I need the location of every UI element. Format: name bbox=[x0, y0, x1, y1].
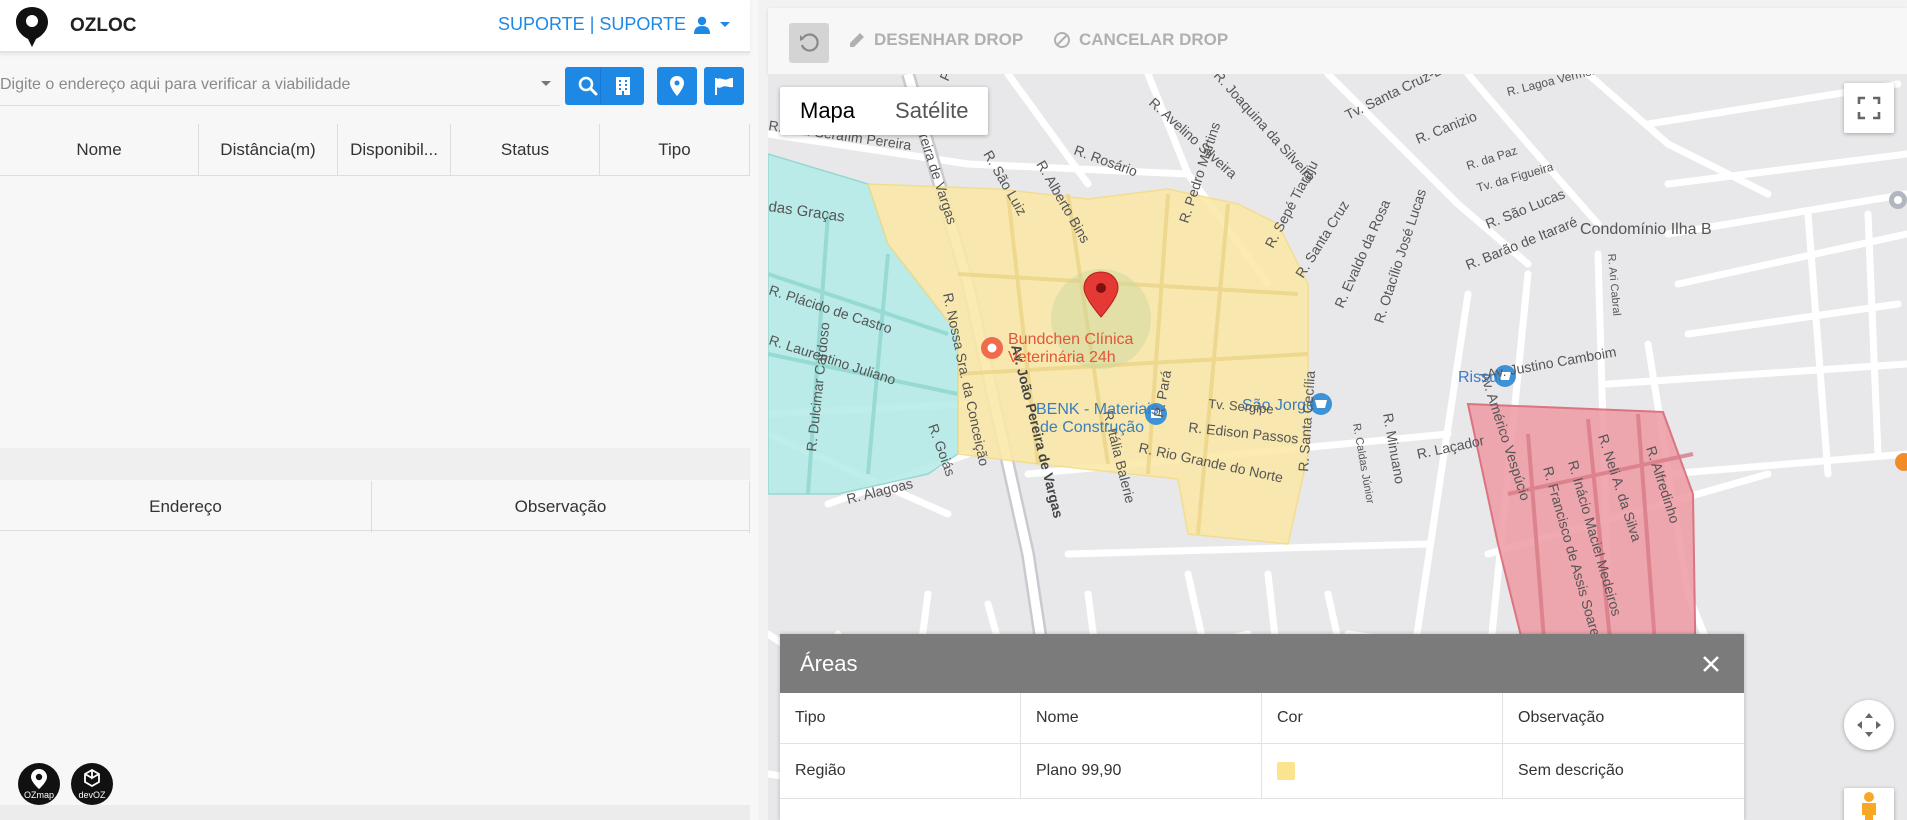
right-panel: DESENHAR DROP CANCELAR DROP R. Joaquina … bbox=[758, 0, 1907, 820]
column-header-distancia[interactable]: Distância(m) bbox=[199, 124, 338, 176]
top-bar: OZLOC SUPORTE | SUPORTE bbox=[0, 0, 750, 53]
recenter-button[interactable] bbox=[1844, 700, 1894, 750]
close-button[interactable] bbox=[1698, 651, 1724, 677]
column-header-endereco[interactable]: Endereço bbox=[0, 481, 372, 533]
area-name-cell: Plano 99,90 bbox=[1021, 744, 1262, 798]
area-type-cell: Região bbox=[780, 744, 1021, 798]
map-marker-icon bbox=[670, 76, 684, 96]
building-button[interactable] bbox=[600, 67, 644, 105]
column-header-disponibilidade[interactable]: Disponibil... bbox=[338, 124, 451, 176]
chevron-down-icon bbox=[720, 21, 731, 27]
column-header-tipo: Tipo bbox=[780, 693, 1021, 743]
addresses-table-header: Endereço Observação bbox=[0, 481, 750, 533]
column-header-observacao: Observação bbox=[1518, 709, 1605, 726]
ozmap-pin-icon bbox=[31, 769, 47, 789]
cancel-drop-button[interactable]: CANCELAR DROP bbox=[1053, 30, 1228, 50]
fullscreen-icon bbox=[1857, 96, 1881, 120]
bottom-strip bbox=[0, 805, 750, 820]
close-icon bbox=[1703, 656, 1719, 672]
ozloc-logo-icon bbox=[16, 7, 48, 47]
table-row[interactable]: Região Plano 99,90 Sem descrição bbox=[780, 744, 1744, 799]
areas-panel-title: Áreas bbox=[800, 650, 858, 676]
pegman-icon bbox=[1862, 792, 1876, 820]
column-header-nome[interactable]: Nome bbox=[0, 124, 199, 176]
user-menu[interactable]: SUPORTE | SUPORTE bbox=[498, 14, 732, 35]
map-place-label: Condomínio Ilha B bbox=[1580, 221, 1712, 238]
fullscreen-button[interactable] bbox=[1844, 83, 1894, 133]
areas-panel-header: Áreas bbox=[780, 634, 1744, 693]
location-pin-button[interactable] bbox=[657, 67, 697, 105]
area-color-cell bbox=[1262, 744, 1503, 798]
poi-label[interactable]: Rissul bbox=[1458, 369, 1502, 386]
search-row bbox=[0, 64, 750, 106]
dropdown-caret-icon[interactable] bbox=[540, 78, 552, 90]
area-observation-cell: Sem descrição bbox=[1518, 762, 1624, 779]
areas-panel: Áreas Tipo Nome Cor Observação Região Pl… bbox=[780, 634, 1744, 820]
poi-label[interactable]: Veterinária 24h bbox=[1008, 349, 1116, 366]
left-panel: OZLOC SUPORTE | SUPORTE Digite o endereç… bbox=[0, 0, 750, 820]
column-header-observacao[interactable]: Observação bbox=[372, 481, 750, 533]
poi-label[interactable]: BENK - Materiais bbox=[1036, 401, 1159, 418]
street-view-button[interactable] bbox=[1844, 788, 1894, 820]
user-menu-label: SUPORTE | SUPORTE bbox=[498, 14, 687, 34]
color-swatch[interactable] bbox=[1277, 762, 1295, 780]
devoz-cube-icon bbox=[84, 769, 100, 787]
devoz-logo-label: devOZ bbox=[78, 790, 106, 800]
results-table-body bbox=[0, 176, 750, 448]
address-search-input[interactable] bbox=[0, 64, 560, 106]
draw-drop-label: DESENHAR DROP bbox=[874, 30, 1024, 49]
bottom-logos: OZmap devOZ bbox=[18, 763, 113, 805]
map-view[interactable]: Passeio Pistoia R. Joaquina da Silveira … bbox=[768, 74, 1907, 820]
drop-toolbar: DESENHAR DROP CANCELAR DROP bbox=[768, 8, 1907, 74]
building-icon bbox=[615, 77, 630, 95]
tab-map[interactable]: Mapa bbox=[780, 87, 875, 135]
flag-button[interactable] bbox=[704, 67, 744, 105]
app-title: OZLOC bbox=[70, 15, 137, 36]
move-arrows-icon bbox=[1857, 713, 1881, 737]
search-icon bbox=[578, 76, 598, 96]
ozmap-logo[interactable]: OZmap bbox=[18, 763, 60, 805]
poi-label[interactable]: de Construção bbox=[1040, 419, 1144, 436]
ban-icon bbox=[1054, 32, 1070, 48]
column-header-nome: Nome bbox=[1021, 693, 1262, 743]
undo-button[interactable] bbox=[789, 23, 829, 63]
column-header-status[interactable]: Status bbox=[451, 124, 600, 176]
pencil-icon bbox=[850, 33, 864, 47]
tab-satellite[interactable]: Satélite bbox=[875, 87, 988, 135]
poi-label[interactable]: Bundchen Clínica bbox=[1008, 331, 1134, 348]
undo-icon bbox=[800, 33, 819, 52]
devoz-logo[interactable]: devOZ bbox=[71, 763, 113, 805]
ozmap-logo-label: OZmap bbox=[23, 790, 54, 800]
column-header-tipo[interactable]: Tipo bbox=[600, 124, 750, 176]
draw-drop-button[interactable]: DESENHAR DROP bbox=[848, 30, 1023, 50]
results-table-header: Nome Distância(m) Disponibil... Status T… bbox=[0, 124, 750, 176]
map-type-control: Mapa Satélite bbox=[780, 87, 989, 135]
flag-icon bbox=[715, 78, 733, 95]
user-icon bbox=[694, 16, 711, 34]
cancel-drop-label: CANCELAR DROP bbox=[1079, 30, 1229, 49]
column-header-cor: Cor bbox=[1262, 693, 1503, 743]
panel-divider[interactable] bbox=[0, 448, 750, 480]
areas-table-header: Tipo Nome Cor Observação bbox=[780, 693, 1744, 744]
